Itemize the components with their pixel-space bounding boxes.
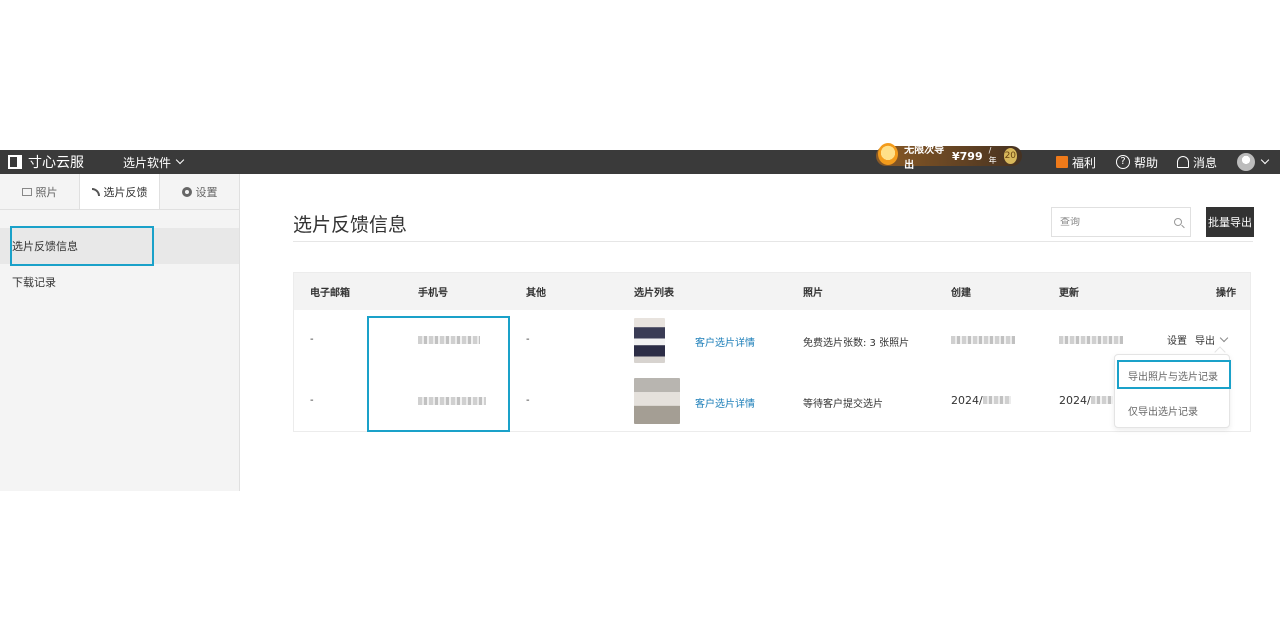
top-navigation-bar: 寸心云服 选片软件 福利 ? 帮助 消息 [0,150,1280,174]
image-icon [21,187,32,196]
tab-photos[interactable]: 照片 [0,174,79,209]
search-box [1051,207,1191,237]
column-header-created: 创建 [951,288,971,299]
menu-item-export-records-only[interactable]: 仅导出选片记录 [1115,395,1231,425]
updated-date: 2024/ [1059,394,1091,407]
unlimited-export-promo[interactable]: 无限次导出 ¥799 /年 20 [876,143,1022,171]
tab-settings-label: 设置 [195,185,218,199]
highlight-box [1117,360,1231,389]
sidebar-tabs: 照片 选片反馈 设置 [0,174,239,210]
welfare-label: 福利 [1072,155,1097,170]
page-title: 选片反馈信息 [293,214,408,236]
export-action[interactable]: 导出 [1195,332,1229,347]
help-icon: ? [1116,155,1130,169]
column-header-actions: 操作 [1216,288,1236,299]
menu-item-label: 仅导出选片记录 [1128,406,1198,418]
column-header-photos: 照片 [803,288,823,299]
tab-photos-label: 照片 [35,185,58,199]
user-menu[interactable] [1237,150,1270,174]
column-header-email: 电子邮箱 [310,288,350,299]
messages-link[interactable]: 消息 [1177,150,1217,174]
client-selection-detail-link[interactable]: 客户选片详情 [695,395,755,410]
software-menu[interactable]: 选片软件 [123,150,185,174]
photo-thumbnail[interactable] [634,378,680,424]
tab-settings[interactable]: 设置 [160,174,239,209]
column-header-other: 其他 [526,288,546,299]
photo-status: 免费选片张数: 3 张照片 [803,338,910,349]
software-menu-label: 选片软件 [123,155,172,170]
updated-cell: 2024/ [1059,394,1113,407]
sidebar: 照片 选片反馈 设置 选片反馈信息 下载记录 [0,174,240,491]
welfare-link[interactable]: 福利 [1056,150,1096,174]
column-header-selection-list: 选片列表 [634,288,674,299]
email-cell: - [310,334,314,345]
chevron-down-icon [1219,333,1229,342]
promo-mascot-icon [878,143,899,165]
other-cell: - [526,334,530,345]
divider [293,241,1253,242]
client-selection-detail-link[interactable]: 客户选片详情 [695,334,755,349]
promo-text: 无限次导出 [904,145,945,171]
created-cell: 2024/ [951,394,1011,407]
chevron-down-icon [175,155,185,165]
other-cell: - [526,395,530,406]
help-link[interactable]: ? 帮助 [1116,150,1158,174]
logo-icon [8,155,22,169]
sidebar-item-download-records[interactable]: 下载记录 [0,264,239,300]
gear-icon [181,186,192,197]
export-action-label: 导出 [1195,336,1215,347]
gift-icon [1056,156,1068,168]
promo-unit: /年 [988,146,997,165]
tab-selection-feedback-label: 选片反馈 [103,185,148,199]
highlight-box [10,226,154,266]
chevron-down-icon [1260,155,1270,165]
created-cell-redacted [951,336,1015,347]
sidebar-item-label: 下载记录 [12,276,56,289]
brand-name: 寸心云服 [28,155,84,171]
help-label: 帮助 [1134,155,1159,170]
search-input[interactable] [1060,216,1174,228]
created-date: 2024/ [951,394,983,407]
brand-logo[interactable]: 寸心云服 [8,150,84,174]
photo-status: 等待客户提交选片 [803,399,883,410]
tab-selection-feedback[interactable]: 选片反馈 [79,174,160,209]
updated-cell-redacted [1059,336,1123,347]
avatar [1237,153,1255,171]
highlight-box [367,316,510,432]
row-actions: 设置 导出 [1167,332,1229,347]
bulk-export-button[interactable]: 批量导出 [1206,207,1254,237]
bell-icon [1177,156,1189,168]
search-icon[interactable] [1174,218,1182,226]
messages-label: 消息 [1193,155,1218,170]
rss-icon [91,187,100,196]
settings-action[interactable]: 设置 [1167,332,1187,347]
column-header-phone: 手机号 [418,288,448,299]
email-cell: - [310,395,314,406]
photo-thumbnail[interactable] [634,318,665,363]
table-header: 电子邮箱 手机号 其他 选片列表 照片 创建 更新 操作 [294,273,1250,310]
column-header-updated: 更新 [1059,288,1079,299]
promo-price: ¥799 [952,149,983,163]
promo-badge: 20 [1003,148,1017,164]
